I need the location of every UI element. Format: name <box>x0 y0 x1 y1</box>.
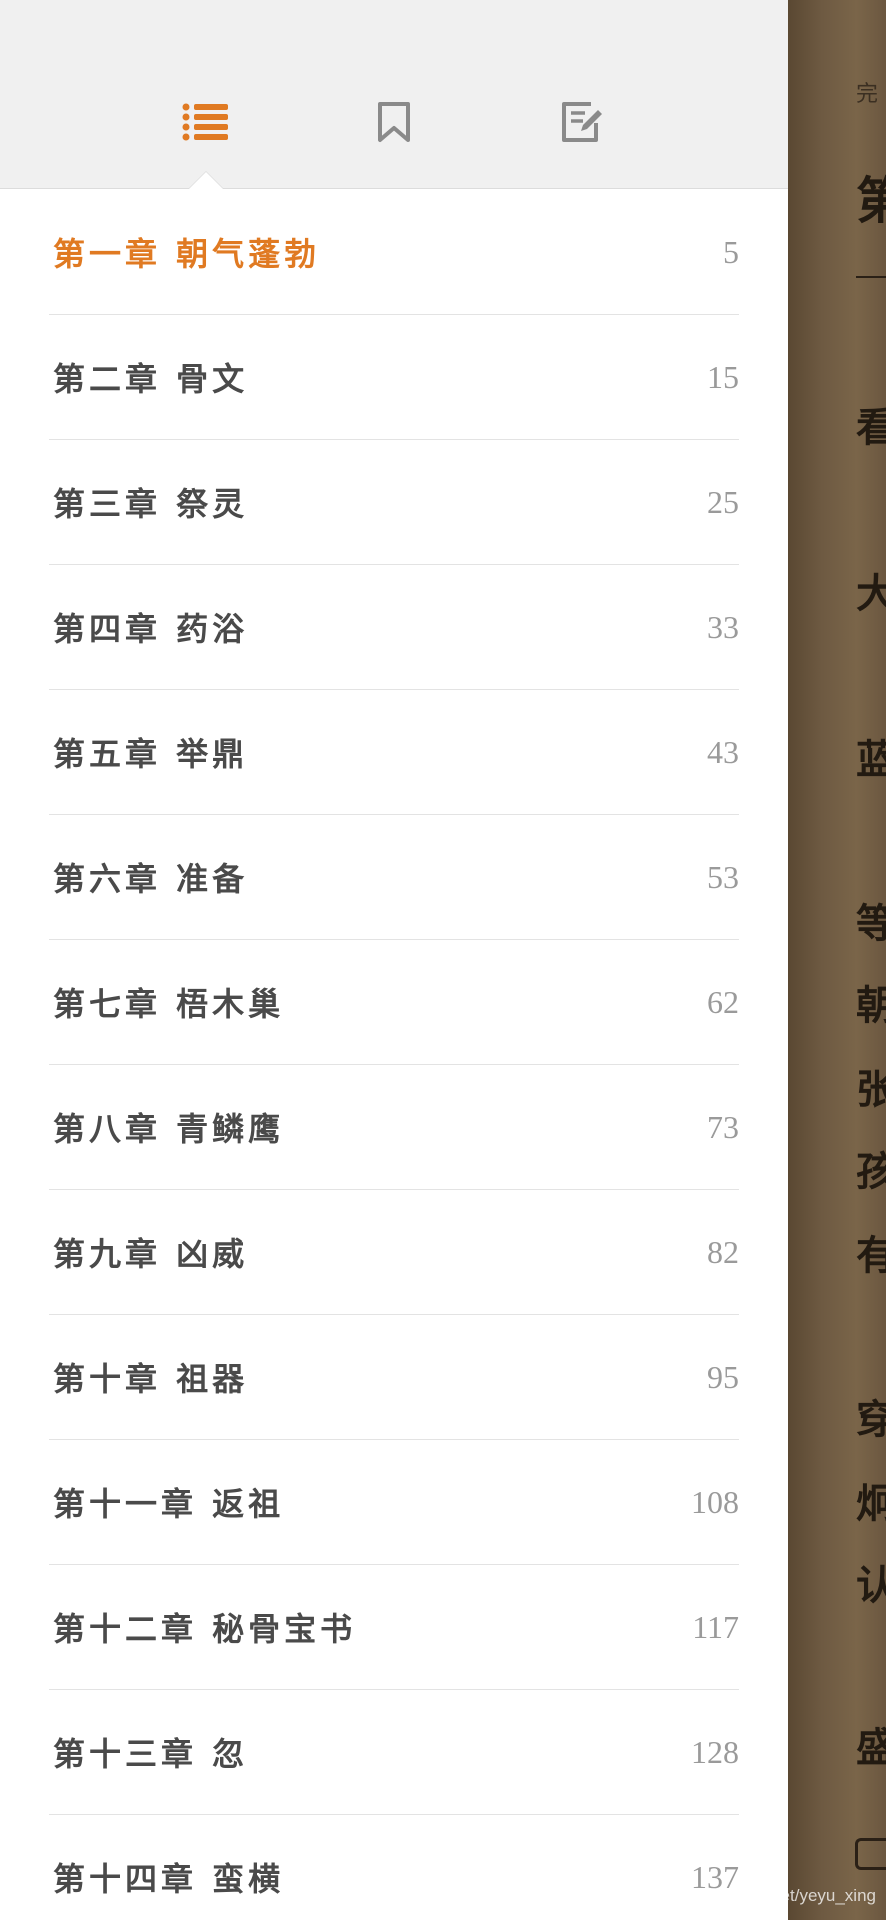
reader-glyph: 孩 <box>856 1148 886 1195</box>
toc-item[interactable]: 第九章 凶威 82 <box>49 1190 739 1315</box>
reader-title-rule <box>856 276 886 278</box>
toc-item-page: 128 <box>691 1733 739 1770</box>
toc-item[interactable]: 第八章 青鳞鹰 73 <box>49 1065 739 1190</box>
drawer-tab-bar <box>0 0 788 189</box>
toc-list: 第一章 朝气蓬勃 5 第二章 骨文 15 第三章 祭灵 25 第四章 药浴 33… <box>0 190 788 1920</box>
toc-item-page: 117 <box>692 1608 739 1645</box>
tab-contents[interactable] <box>176 92 236 152</box>
active-tab-indicator <box>188 171 224 189</box>
toc-item-title: 第十二章 秘骨宝书 <box>53 1610 357 1648</box>
toc-item-page: 62 <box>707 983 739 1020</box>
note-edit-icon <box>562 102 602 142</box>
toc-item-title: 第三章 祭灵 <box>53 485 249 523</box>
reader-glyph: 朝 <box>856 982 886 1029</box>
toc-item-title: 第六章 准备 <box>53 860 249 898</box>
toc-item[interactable]: 第三章 祭灵 25 <box>49 440 739 565</box>
toc-item-page: 82 <box>707 1233 739 1270</box>
reader-glyph: 认 <box>856 1562 886 1609</box>
bookmark-icon <box>378 102 410 142</box>
toc-item-title: 第十四章 蛮横 <box>53 1860 285 1898</box>
toc-item-page: 15 <box>707 358 739 395</box>
reader-glyph: 炯 <box>856 1480 886 1527</box>
toc-item-page: 43 <box>707 733 739 770</box>
toc-item-title: 第十三章 忽 <box>53 1735 249 1773</box>
reader-glyph: 穿 <box>856 1396 886 1443</box>
toc-item[interactable]: 第十章 祖器 95 <box>49 1315 739 1440</box>
reader-glyph: 有 <box>856 1232 886 1279</box>
toc-drawer: 第一章 朝气蓬勃 5 第二章 骨文 15 第三章 祭灵 25 第四章 药浴 33… <box>0 0 788 1920</box>
toc-item-title: 第八章 青鳞鹰 <box>53 1110 285 1148</box>
toc-item-title: 第五章 举鼎 <box>53 735 249 773</box>
toc-item-page: 108 <box>691 1483 739 1520</box>
toc-item[interactable]: 第二章 骨文 15 <box>49 315 739 440</box>
tab-bookmarks[interactable] <box>364 92 424 152</box>
toc-item[interactable]: 第十三章 忽 128 <box>49 1690 739 1815</box>
toc-item-title: 第四章 药浴 <box>53 610 249 648</box>
toc-item-title: 第一章 朝气蓬勃 <box>53 235 321 273</box>
watermark-text: https://blog.csdn.net/yeyu_xing <box>642 1886 876 1905</box>
toc-item[interactable]: 第十二章 秘骨宝书 117 <box>49 1565 739 1690</box>
toc-item-page: 95 <box>707 1358 739 1395</box>
reader-glyph: 等 <box>856 900 886 947</box>
toc-item[interactable]: 第七章 梧木巢 62 <box>49 940 739 1065</box>
toc-item[interactable]: 第五章 举鼎 43 <box>49 690 739 815</box>
toc-item-page: 53 <box>707 858 739 895</box>
toc-item-page: 73 <box>707 1108 739 1145</box>
toc-item[interactable]: 第十四章 蛮横 137 <box>49 1815 739 1920</box>
reader-glyph: 看 <box>856 404 886 451</box>
reader-glyph: 蓝 <box>856 736 886 783</box>
tab-notes[interactable] <box>552 92 612 152</box>
battery-icon <box>855 1838 886 1870</box>
toc-item-title: 第二章 骨文 <box>53 360 249 398</box>
reader-glyph: 盛 <box>856 1724 886 1771</box>
toc-item[interactable]: 第六章 准备 53 <box>49 815 739 940</box>
reader-chapter-glyph: 第 <box>856 171 886 230</box>
toc-item[interactable]: 第四章 药浴 33 <box>49 565 739 690</box>
toc-item[interactable]: 第十一章 返祖 108 <box>49 1440 739 1565</box>
toc-item-title: 第十章 祖器 <box>53 1360 249 1398</box>
reader-glyph: 张 <box>856 1066 886 1113</box>
reader-page[interactable] <box>788 0 886 1920</box>
toc-item[interactable]: 第一章 朝气蓬勃 5 <box>49 190 739 315</box>
reader-header-text: 完 <box>856 82 879 107</box>
reader-glyph: 大 <box>856 570 886 617</box>
toc-item-page: 25 <box>707 483 739 520</box>
toc-item-title: 第九章 凶威 <box>53 1235 249 1273</box>
toc-item-page: 33 <box>707 608 739 645</box>
toc-item-title: 第七章 梧木巢 <box>53 985 285 1023</box>
list-icon <box>182 103 228 141</box>
toc-item-page: 5 <box>723 233 739 270</box>
toc-item-title: 第十一章 返祖 <box>53 1485 285 1523</box>
